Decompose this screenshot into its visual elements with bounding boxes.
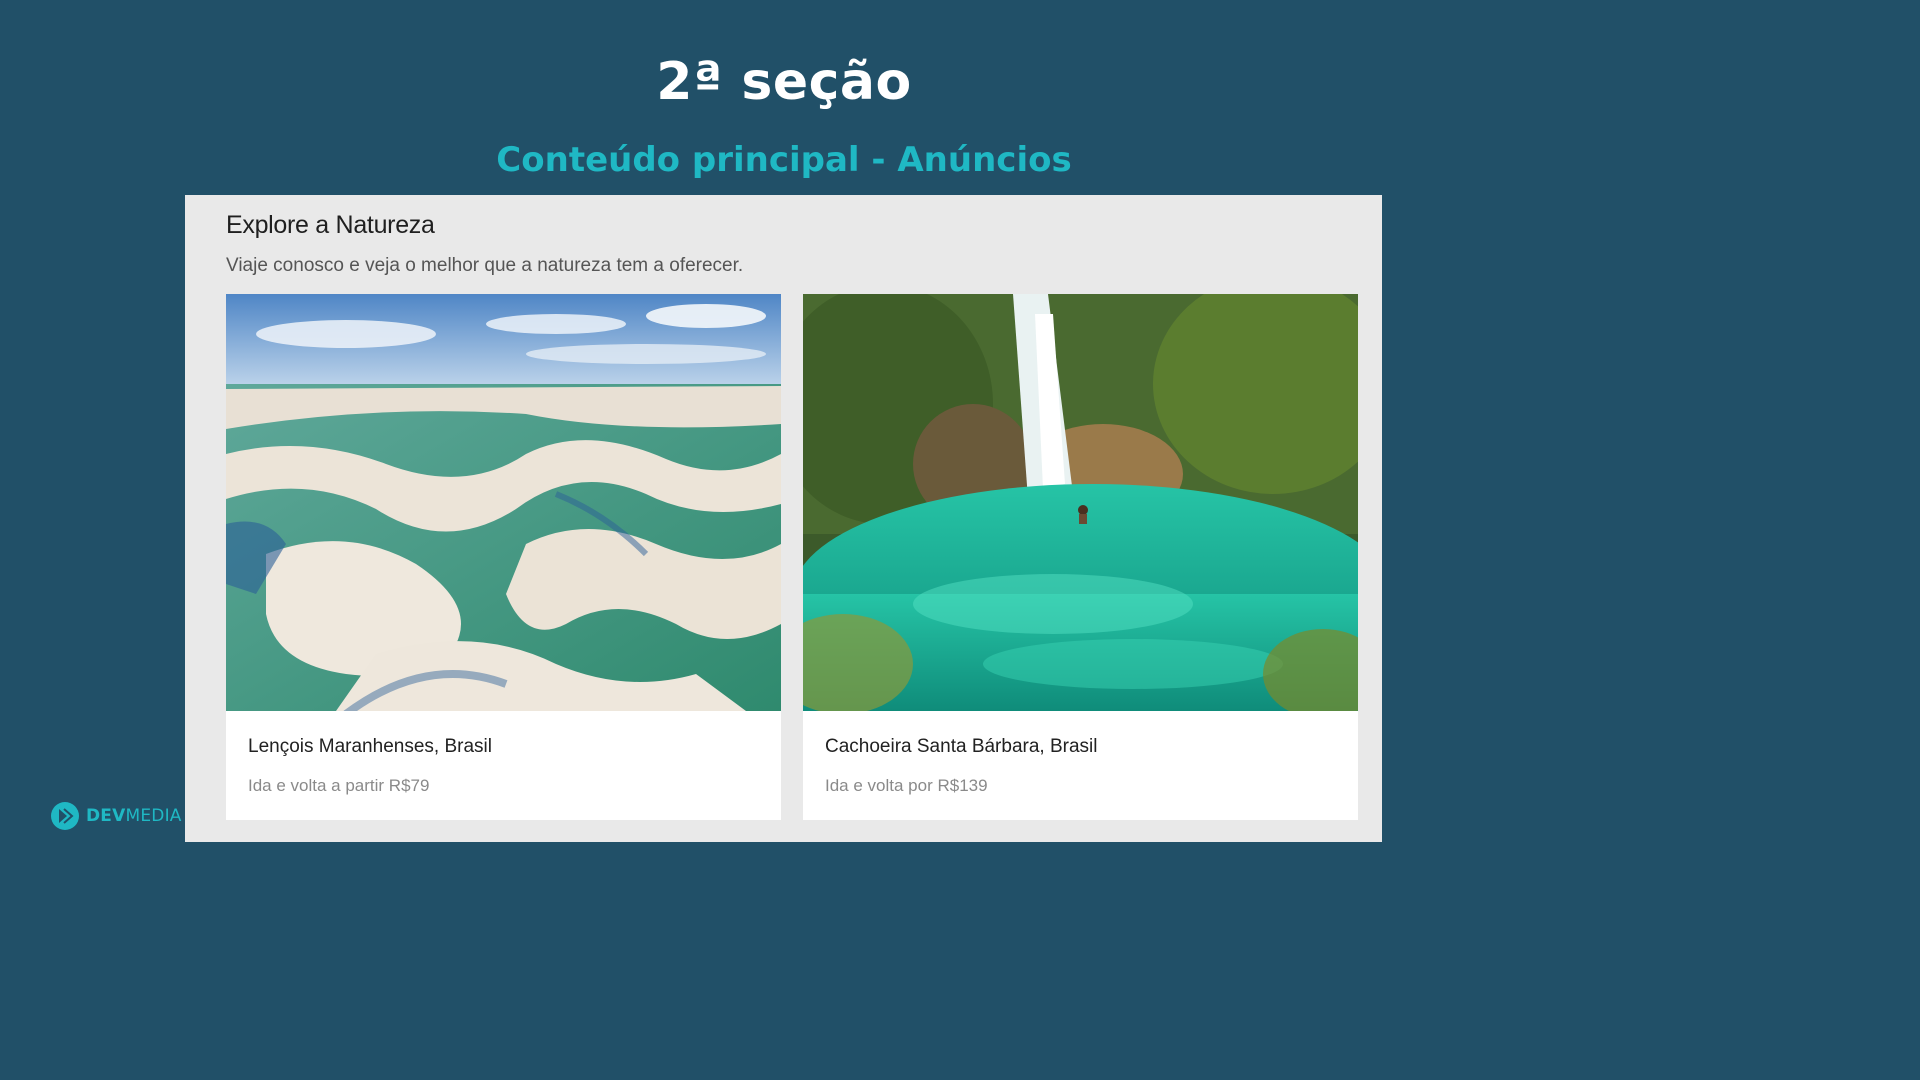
card-price: Ida e volta por R$139 [825,776,988,795]
waterfall-image [803,294,1358,711]
card-price: Ida e volta a partir R$79 [248,776,430,795]
ad-card-santa-barbara[interactable]: Cachoeira Santa Bárbara, Brasil Ida e vo… [803,294,1358,820]
panel-description: Viaje conosco e veja o melhor que a natu… [226,255,744,276]
content-panel: Explore a Natureza Viaje conosco e veja … [185,195,1382,842]
devmedia-logo: DEVMEDIA [50,800,182,832]
devmedia-logo-icon [51,802,79,830]
logo-text: DEVMEDIA [86,806,182,826]
logo-text-light: MEDIA [125,806,182,826]
logo-text-bold: DEV [86,806,126,826]
sand-dunes-image [226,294,781,711]
panel-heading: Explore a Natureza [226,211,435,239]
slide-title: 2ª seção [656,52,912,112]
card-title: Lençois Maranhenses, Brasil [248,736,492,757]
slide-subtitle: Conteúdo principal - Anúncios [496,140,1072,180]
card-title: Cachoeira Santa Bárbara, Brasil [825,736,1098,757]
ad-card-lencois[interactable]: Lençois Maranhenses, Brasil Ida e volta … [226,294,781,820]
